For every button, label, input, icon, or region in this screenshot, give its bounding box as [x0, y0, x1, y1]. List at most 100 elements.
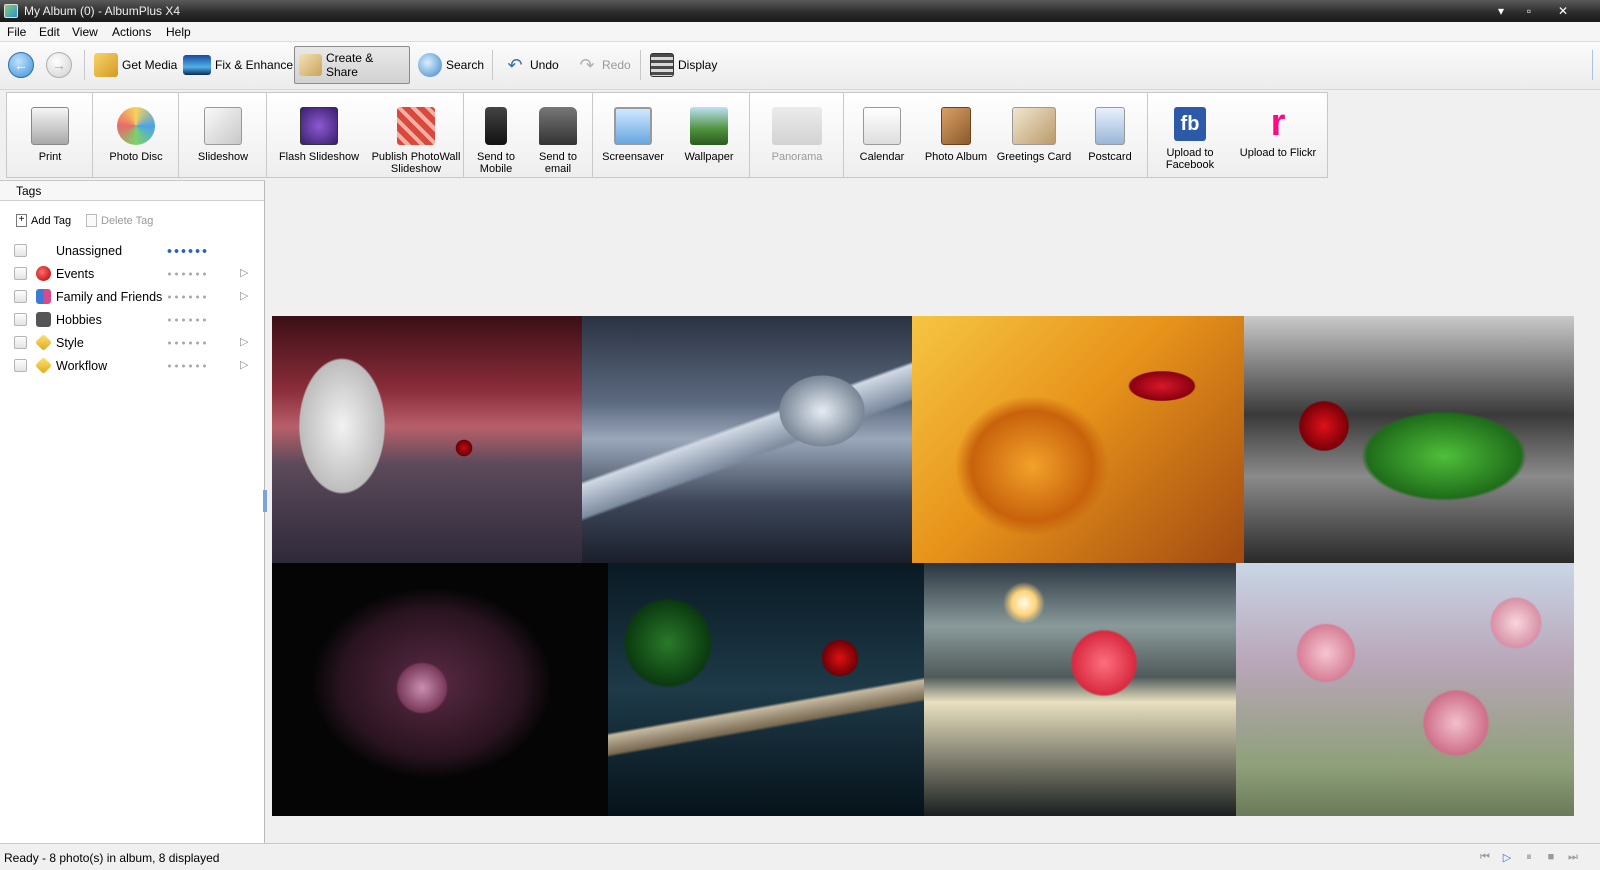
menu-actions[interactable]: Actions	[112, 25, 151, 39]
photo-thumbnail[interactable]	[924, 563, 1236, 816]
photo-thumbnail[interactable]	[272, 563, 608, 816]
photo-thumbnail[interactable]	[272, 316, 582, 563]
get-media-label: Get Media	[122, 58, 178, 72]
panel-splitter-handle[interactable]	[263, 490, 267, 512]
toolbar-edge	[1592, 50, 1593, 80]
create-share-ribbon: Print Photo Disc Slideshow Flash Slidesh…	[6, 92, 1328, 178]
undo-label: Undo	[530, 58, 559, 72]
photo-disc-button[interactable]: Photo Disc	[99, 97, 173, 175]
send-to-email-button[interactable]: Send to email	[528, 97, 588, 175]
tag-checkbox[interactable]	[14, 359, 27, 372]
create-share-button[interactable]: Create & Share	[294, 46, 410, 84]
close-button[interactable]: ✕	[1550, 2, 1576, 20]
publish-photowall-button[interactable]: Publish PhotoWall Slideshow	[371, 97, 461, 175]
play-icon[interactable]: ▷	[1500, 851, 1514, 864]
photo-album-icon	[941, 107, 971, 145]
upload-facebook-button[interactable]: fb Upload to Facebook	[1152, 97, 1228, 175]
tag-label: Hobbies	[56, 313, 102, 327]
tag-label: Unassigned	[56, 244, 123, 258]
restore-button[interactable]: ▫	[1516, 2, 1542, 20]
postcard-button[interactable]: Postcard	[1076, 97, 1144, 175]
print-button[interactable]: Print	[13, 97, 87, 175]
search-button[interactable]: Search	[414, 46, 488, 84]
panorama-button[interactable]: Panorama	[756, 97, 838, 175]
delete-tag-icon	[86, 214, 97, 227]
greetings-card-button[interactable]: Greetings Card	[996, 97, 1072, 175]
tag-item-hobbies[interactable]: Hobbies	[14, 310, 254, 330]
tag-label: Family and Friends	[56, 290, 163, 304]
undo-button[interactable]: ↶ Undo	[500, 46, 563, 84]
ribbon-group-print: Print	[7, 93, 93, 177]
tag-item-events[interactable]: Events ▷	[14, 264, 254, 284]
skip-back-icon[interactable]: ⏮	[1478, 851, 1492, 864]
tag-checkbox[interactable]	[14, 290, 27, 303]
slideshow-button[interactable]: Slideshow	[185, 97, 261, 175]
tag-item-family-and-friends[interactable]: Family and Friends ▷	[14, 287, 254, 307]
expand-arrow-icon[interactable]: ▷	[240, 266, 248, 279]
pause-icon[interactable]: ⏸	[1522, 851, 1536, 864]
photo-thumbnail[interactable]	[912, 316, 1244, 563]
slideshow-label: Slideshow	[197, 151, 249, 163]
flash-icon	[300, 107, 338, 145]
tag-rating-dots	[166, 272, 208, 276]
back-arrow-icon: ←	[14, 57, 28, 73]
photo-thumbnail[interactable]	[1236, 563, 1574, 816]
skip-forward-icon[interactable]: ⏭	[1566, 851, 1580, 864]
menu-bar: File Edit View Actions Help	[0, 22, 1600, 42]
get-media-button[interactable]: Get Media	[90, 46, 181, 84]
ribbon-group-flash: Flash Slideshow Publish PhotoWall Slides…	[267, 93, 464, 177]
screensaver-label: Screensaver	[602, 151, 664, 163]
photo-thumbnail[interactable]	[1244, 316, 1574, 563]
upload-flickr-label: Upload to Flickr	[1239, 147, 1317, 159]
menu-help[interactable]: Help	[166, 25, 191, 39]
ribbon-group-print-projects: Calendar Photo Album Greetings Card Post…	[844, 93, 1148, 177]
tag-checkbox[interactable]	[14, 313, 27, 326]
undo-icon: ↶	[507, 55, 523, 75]
send-to-mobile-label: Send to Mobile	[477, 151, 515, 175]
tag-item-style[interactable]: Style ▷	[14, 333, 254, 353]
tag-item-workflow[interactable]: Workflow ▷	[14, 356, 254, 376]
redo-button[interactable]: ↷ Redo	[572, 46, 635, 84]
calendar-button[interactable]: Calendar	[848, 97, 916, 175]
menu-file[interactable]: File	[7, 25, 26, 39]
printer-icon	[31, 107, 69, 145]
tag-rating-dots	[166, 295, 208, 299]
menu-view[interactable]: View	[72, 25, 98, 39]
redo-icon: ↷	[579, 55, 595, 75]
upload-flickr-button[interactable]: r Upload to Flickr	[1232, 97, 1324, 175]
photo-thumbnail[interactable]	[608, 563, 924, 816]
expand-arrow-icon[interactable]: ▷	[240, 358, 248, 371]
send-to-mobile-button[interactable]: Send to Mobile	[468, 97, 524, 175]
forward-button[interactable]: →	[46, 52, 72, 78]
toolbar-separator	[492, 50, 493, 80]
expand-arrow-icon[interactable]: ▷	[240, 335, 248, 348]
screensaver-button[interactable]: Screensaver	[597, 97, 669, 175]
display-button[interactable]: Display	[646, 46, 721, 84]
tag-label: Workflow	[56, 359, 108, 373]
photo-gallery	[272, 316, 1574, 816]
flash-slideshow-button[interactable]: Flash Slideshow	[271, 97, 367, 175]
back-button[interactable]: ←	[8, 52, 34, 78]
photo-album-button[interactable]: Photo Album	[920, 97, 992, 175]
toolbar-separator	[640, 50, 641, 80]
photo-thumbnail[interactable]	[582, 316, 912, 563]
people-icon	[36, 289, 51, 304]
expand-arrow-icon[interactable]: ▷	[240, 289, 248, 302]
stop-icon[interactable]: ■	[1544, 851, 1558, 864]
add-tag-button[interactable]: + Add Tag	[16, 214, 71, 227]
balloon-icon	[36, 266, 51, 281]
fix-enhance-button[interactable]: Fix & Enhance	[179, 46, 297, 84]
wallpaper-button[interactable]: Wallpaper	[673, 97, 745, 175]
delete-tag-button[interactable]: Delete Tag	[86, 214, 153, 227]
search-label: Search	[446, 58, 485, 72]
tag-checkbox[interactable]	[14, 336, 27, 349]
main-toolbar: ← → Get Media Fix & Enhance Create & Sha…	[0, 42, 1600, 90]
minimize-button[interactable]: ▾	[1488, 2, 1514, 20]
delete-tag-label: Delete Tag	[101, 214, 154, 227]
slideshow-icon	[204, 107, 242, 145]
wallpaper-icon	[690, 107, 728, 145]
tag-checkbox[interactable]	[14, 267, 27, 280]
tag-checkbox[interactable]	[14, 244, 27, 257]
tag-item-unassigned[interactable]: Unassigned	[14, 241, 254, 261]
menu-edit[interactable]: Edit	[39, 25, 60, 39]
